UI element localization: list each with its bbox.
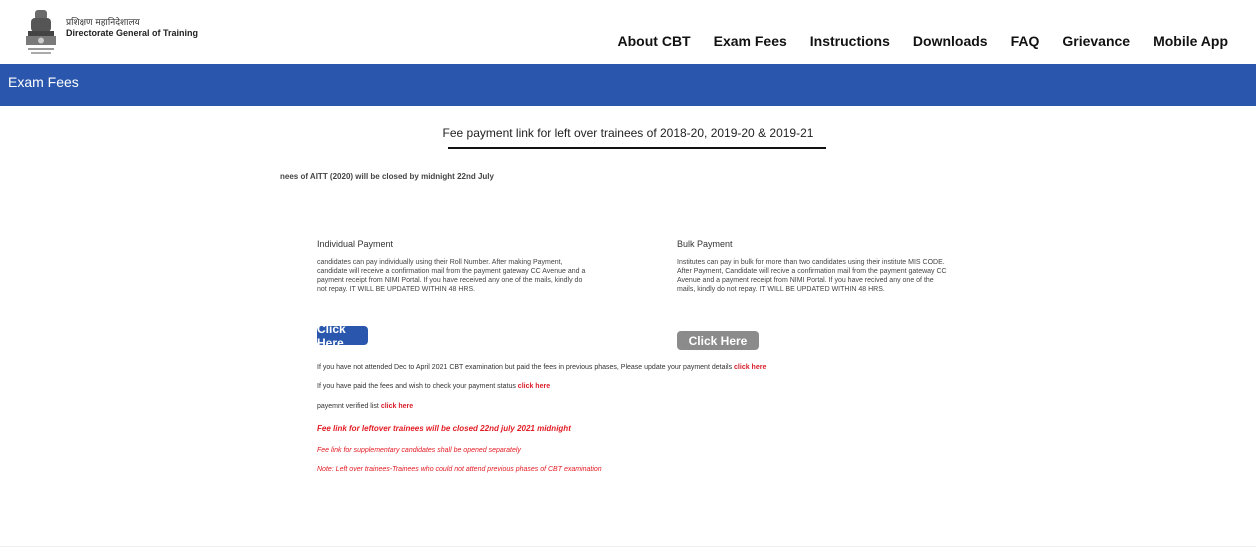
nav-downloads[interactable]: Downloads <box>913 33 988 49</box>
individual-click-here-button[interactable]: Click Here <box>317 322 368 350</box>
brand-hindi-name: प्रशिक्षण महानिदेशालय <box>66 18 140 28</box>
payment-status-text: If you have paid the fees and wish to ch… <box>317 383 518 390</box>
bulk-payment-section: Bulk Payment Institutes can pay in bulk … <box>677 239 967 294</box>
leftover-note: Note: Left over trainees-Trainees who co… <box>317 466 602 473</box>
main-nav: About CBT Exam Fees Instructions Downloa… <box>595 33 1228 49</box>
closing-notice: Fee link for leftover trainees will be c… <box>317 424 571 433</box>
supplementary-notice: Fee link for supplementary candidates sh… <box>317 447 521 454</box>
individual-payment-text: candidates can pay individually using th… <box>317 259 586 293</box>
page-banner: Exam Fees <box>0 64 1256 106</box>
site-header: प्रशिक्षण महानिदेशालय Directorate Genera… <box>0 0 1256 64</box>
payment-status-link[interactable]: click here <box>518 383 550 390</box>
update-payment-text: If you have not attended Dec to April 20… <box>317 364 735 371</box>
nav-about-cbt[interactable]: About CBT <box>618 33 691 49</box>
verified-list-line: payemnt verified list click here <box>317 403 413 410</box>
update-payment-line: If you have not attended Dec to April 20… <box>317 364 766 371</box>
update-payment-link[interactable]: click here <box>734 364 766 371</box>
verified-list-link[interactable]: click here <box>381 403 413 410</box>
heading-underline <box>448 147 826 149</box>
bulk-click-here-button[interactable]: Click Here <box>677 331 759 350</box>
nav-instructions[interactable]: Instructions <box>810 33 890 49</box>
payment-status-line: If you have paid the fees and wish to ch… <box>317 383 550 390</box>
nav-exam-fees[interactable]: Exam Fees <box>714 33 787 49</box>
fee-heading: Fee payment link for left over trainees … <box>442 126 814 140</box>
page-title: Exam Fees <box>8 74 79 90</box>
nav-faq[interactable]: FAQ <box>1011 33 1040 49</box>
verified-list-text: payemnt verified list <box>317 403 381 410</box>
bulk-payment-title: Bulk Payment <box>677 239 733 249</box>
nav-mobile-app[interactable]: Mobile App <box>1153 33 1228 49</box>
individual-payment-title: Individual Payment <box>317 239 394 249</box>
individual-payment-section: Individual Payment candidates can pay in… <box>317 239 607 294</box>
bulk-payment-text: Institutes can pay in bulk for more than… <box>677 259 947 293</box>
scrolling-notice: nees of AITT (2020) will be closed by mi… <box>280 172 494 181</box>
national-emblem-icon[interactable] <box>22 8 60 58</box>
brand-english-name: Directorate General of Training <box>66 28 199 38</box>
nav-grievance[interactable]: Grievance <box>1062 33 1130 49</box>
footer-divider <box>0 546 1256 547</box>
